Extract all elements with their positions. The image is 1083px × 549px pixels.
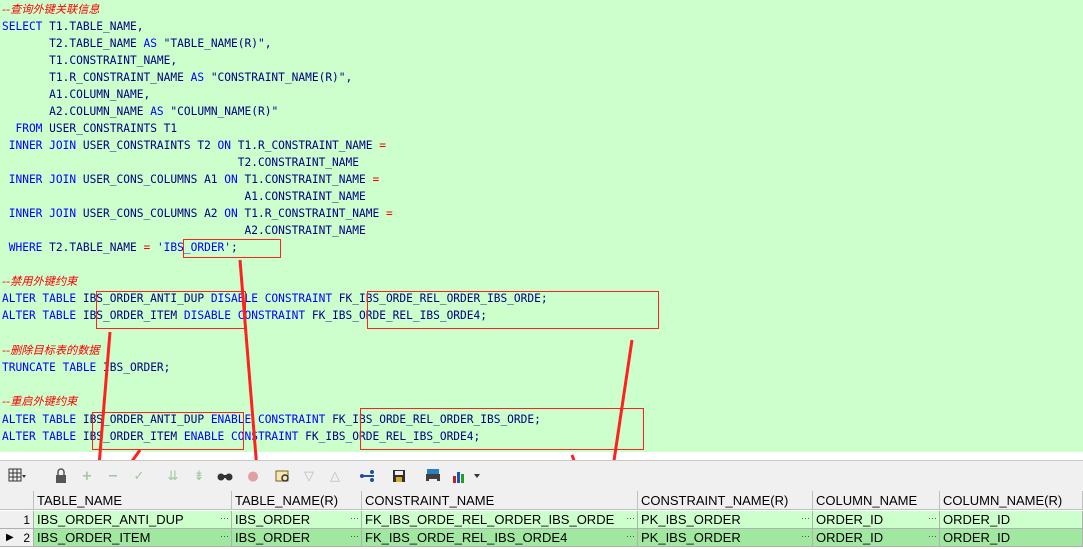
column-header[interactable]: CONSTRAINT_NAME(R) [638, 491, 813, 510]
cell-ellipsis-button[interactable]: ··· [626, 531, 635, 541]
column-header[interactable]: COLUMN_NAME(R) [940, 491, 1083, 510]
table-cell[interactable]: ORDER_ID [813, 529, 940, 547]
add-record-icon[interactable]: + [78, 467, 96, 485]
cell-ellipsis-button[interactable]: ··· [220, 531, 229, 541]
table-cell[interactable]: PK_IBS_ORDER [638, 529, 813, 547]
cell-ellipsis-button[interactable]: ··· [928, 531, 937, 541]
grid-corner [0, 491, 34, 510]
query-icon[interactable] [274, 467, 292, 485]
row-number-label: 1 [23, 513, 30, 527]
print-icon[interactable] [424, 467, 442, 485]
column-header[interactable]: CONSTRAINT_NAME [362, 491, 638, 510]
filter-down-icon[interactable]: ▽ [300, 467, 318, 485]
grid-toolbar: + − ✓ ⇊ ⇟ ● ▽ △ [0, 460, 1083, 491]
result-grid: TABLE_NAME TABLE_NAME(R) CONSTRAINT_NAME CO… [0, 491, 1083, 549]
chart-icon[interactable] [450, 467, 484, 485]
post-icon[interactable]: ✓ [130, 467, 148, 485]
cell-ellipsis-button[interactable]: ··· [801, 513, 810, 523]
table-cell[interactable]: ORDER_ID [813, 511, 940, 529]
table-cell[interactable]: IBS_ORDER [232, 529, 362, 547]
arrow-3 [238, 259, 286, 492]
cell-ellipsis-button[interactable]: ··· [220, 513, 229, 523]
save-icon[interactable] [390, 467, 408, 485]
table-cell[interactable]: IBS_ORDER_ITEM [34, 529, 232, 547]
lock-icon[interactable] [52, 467, 70, 485]
cell-ellipsis-button[interactable]: ··· [350, 531, 359, 541]
row-number[interactable]: 1 [0, 511, 34, 529]
column-header[interactable]: COLUMN_NAME [813, 491, 940, 510]
filter-up-icon[interactable]: △ [326, 467, 344, 485]
row-number[interactable]: ▶ 2 [0, 529, 34, 547]
fetch-next-icon[interactable]: ⇊ [164, 467, 182, 485]
cell-ellipsis-button[interactable]: ··· [928, 513, 937, 523]
column-header[interactable]: TABLE_NAME(R) [232, 491, 362, 510]
arrow-6 [609, 339, 641, 490]
table-cell[interactable]: ORDER_ID [940, 511, 1083, 529]
table-cell[interactable]: FK_IBS_ORDE_REL_ORDER_IBS_ORDE [362, 511, 638, 529]
table-cell[interactable]: ORDER_ID [940, 529, 1083, 547]
table-cell[interactable]: IBS_ORDER [232, 511, 362, 529]
table-cell[interactable]: PK_IBS_ORDER [638, 511, 813, 529]
cell-ellipsis-button[interactable]: ··· [801, 531, 810, 541]
find-icon[interactable] [216, 467, 234, 485]
current-row-marker: ▶ [6, 532, 14, 543]
delete-record-icon[interactable]: − [104, 467, 122, 485]
arrow-1 [95, 331, 126, 493]
cell-ellipsis-button[interactable]: ··· [626, 513, 635, 523]
row-number-label: 2 [23, 531, 30, 545]
explain-icon[interactable] [358, 467, 376, 485]
cell-ellipsis-button[interactable]: ··· [350, 513, 359, 523]
clear-icon[interactable]: ● [244, 467, 262, 485]
grid-menu-icon[interactable] [8, 467, 26, 485]
table-cell[interactable]: FK_IBS_ORDE_REL_IBS_ORDE4 [362, 529, 638, 547]
fetch-last-icon[interactable]: ⇟ [190, 467, 208, 485]
column-header[interactable]: TABLE_NAME [34, 491, 232, 510]
table-cell[interactable]: IBS_ORDER_ANTI_DUP [34, 511, 232, 529]
